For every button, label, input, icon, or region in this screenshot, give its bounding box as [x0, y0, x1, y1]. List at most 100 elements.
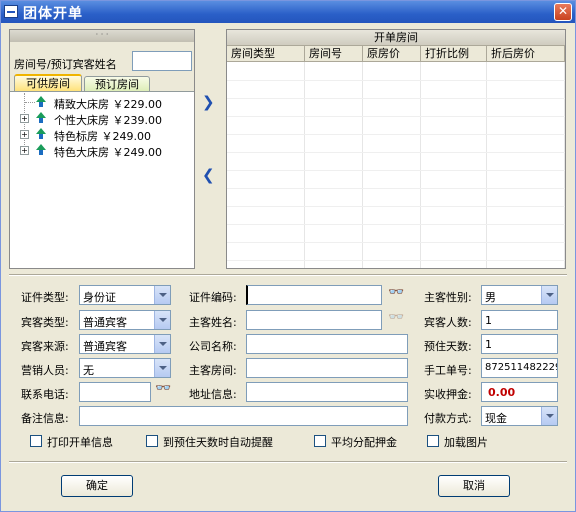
gender-select[interactable]: 男: [481, 285, 558, 305]
id-number-label: 证件编码:: [189, 291, 237, 304]
phone-input[interactable]: [79, 382, 151, 402]
guest-name-input[interactable]: [246, 310, 382, 330]
expand-icon[interactable]: +: [20, 146, 29, 155]
available-rooms-panel: · · · 房间号/预订宾客姓名 可供房间 预订房间 精致大床房 ￥229.00…: [9, 29, 195, 269]
print-checkin-label[interactable]: 打印开单信息: [47, 434, 113, 450]
binoculars-icon[interactable]: 👓: [388, 285, 404, 300]
guest-count-input[interactable]: 1: [481, 310, 558, 330]
search-input[interactable]: [132, 51, 192, 71]
grid-line: [227, 98, 565, 99]
manual-number-input[interactable]: 872511482229: [481, 358, 558, 378]
sales-person-value: 无: [83, 364, 94, 377]
load-picture-label[interactable]: 加载图片: [444, 434, 488, 450]
column-header-discounted-price[interactable]: 折后房价: [487, 46, 565, 62]
remark-label: 备注信息:: [21, 412, 69, 425]
add-room-button[interactable]: ❯: [202, 93, 215, 111]
tree-connector: [25, 102, 35, 103]
expand-icon[interactable]: +: [20, 130, 29, 139]
stay-days-input[interactable]: 1: [481, 334, 558, 354]
phone-label: 联系电话:: [21, 388, 69, 401]
address-label: 地址信息:: [189, 388, 237, 401]
binoculars-icon[interactable]: 👓: [155, 381, 171, 396]
tree-item-label: 精致大床房 ￥229.00: [54, 98, 162, 111]
guest-source-select[interactable]: 普通宾客: [79, 334, 171, 354]
expand-icon[interactable]: +: [20, 114, 29, 123]
chevron-down-icon[interactable]: [541, 407, 557, 425]
chevron-down-icon[interactable]: [154, 359, 170, 377]
column-header-original-price[interactable]: 原房价: [363, 46, 421, 62]
chevron-down-icon[interactable]: [541, 286, 557, 304]
room-tree: 精致大床房 ￥229.00 + 个性大床房 ￥239.00 + 特色标房 ￥24…: [10, 91, 194, 268]
ok-button[interactable]: 确定: [61, 475, 133, 497]
payment-value: 现金: [485, 412, 507, 425]
main-room-input[interactable]: [246, 358, 408, 378]
payment-label: 付款方式:: [424, 412, 472, 425]
grid-line: [227, 206, 565, 207]
id-number-input[interactable]: [246, 285, 382, 305]
panel-grip[interactable]: · · ·: [10, 30, 194, 42]
grid-line: [227, 134, 565, 135]
column-header-discount-rate[interactable]: 打折比例: [421, 46, 487, 62]
chevron-down-icon[interactable]: [154, 335, 170, 353]
divider: [9, 461, 567, 463]
grid-line: [227, 242, 565, 243]
payment-select[interactable]: 现金: [481, 406, 558, 426]
guest-type-value: 普通宾客: [83, 316, 127, 329]
guest-type-label: 宾客类型:: [21, 316, 69, 329]
guest-count-label: 宾客人数:: [424, 316, 472, 329]
print-checkin-checkbox[interactable]: [30, 435, 42, 447]
guest-type-select[interactable]: 普通宾客: [79, 310, 171, 330]
sales-person-select[interactable]: 无: [79, 358, 171, 378]
split-deposit-label[interactable]: 平均分配押金: [331, 434, 397, 450]
id-type-select[interactable]: 身份证: [79, 285, 171, 305]
chevron-down-icon[interactable]: [154, 311, 170, 329]
auto-remind-checkbox[interactable]: [146, 435, 158, 447]
room-icon: [36, 144, 46, 156]
gender-label: 主客性别:: [424, 291, 472, 304]
checkin-rooms-panel: 开单房间 房间类型 房间号 原房价 打折比例 折后房价: [226, 29, 566, 269]
column-header-room-number[interactable]: 房间号: [305, 46, 363, 62]
load-picture-checkbox[interactable]: [427, 435, 439, 447]
grid-line: [564, 62, 565, 268]
close-button[interactable]: ✕: [554, 3, 572, 21]
grid-line: [227, 116, 565, 117]
checkin-rooms-grid[interactable]: 房间类型 房间号 原房价 打折比例 折后房价: [227, 46, 565, 268]
tree-item-label: 个性大床房 ￥239.00: [54, 114, 162, 127]
manual-number-label: 手工单号:: [424, 364, 472, 377]
room-icon: [36, 96, 46, 108]
gender-value: 男: [485, 291, 496, 304]
checkin-rooms-title: 开单房间: [227, 30, 565, 46]
remark-input[interactable]: [79, 406, 408, 426]
sales-person-label: 营销人员:: [21, 364, 69, 377]
deposit-input[interactable]: 0.00: [481, 382, 558, 402]
split-deposit-checkbox[interactable]: [314, 435, 326, 447]
guest-source-label: 宾客来源:: [21, 340, 69, 353]
binoculars-icon: 👓: [388, 310, 405, 325]
deposit-label: 实收押金:: [424, 388, 472, 401]
room-icon: [36, 112, 46, 124]
title-bar[interactable]: 团体开单 ✕: [1, 1, 575, 23]
grid-line: [304, 62, 305, 268]
id-type-value: 身份证: [83, 291, 116, 304]
grid-line: [486, 62, 487, 268]
grid-line: [227, 80, 565, 81]
grid-line: [420, 62, 421, 268]
company-input[interactable]: [246, 334, 408, 354]
grid-line: [227, 170, 565, 171]
grid-line: [362, 62, 363, 268]
remove-room-button[interactable]: ❮: [202, 166, 215, 184]
guest-source-value: 普通宾客: [83, 340, 127, 353]
chevron-down-icon[interactable]: [154, 286, 170, 304]
group-checkin-window: 团体开单 ✕ · · · 房间号/预订宾客姓名 可供房间 预订房间 精致大床房 …: [0, 0, 576, 512]
cancel-button[interactable]: 取消: [438, 475, 510, 497]
window-menu-icon[interactable]: [4, 5, 18, 18]
search-label: 房间号/预订宾客姓名: [14, 58, 117, 71]
column-header-room-type[interactable]: 房间类型: [227, 46, 305, 62]
window-title: 团体开单: [23, 6, 83, 22]
tree-item-label: 特色标房 ￥249.00: [54, 130, 151, 143]
address-input[interactable]: [246, 382, 408, 402]
auto-remind-label[interactable]: 到预住天数时自动提醒: [163, 434, 273, 450]
grid-line: [227, 224, 565, 225]
guest-name-label: 主客姓名:: [189, 316, 237, 329]
tab-available-rooms[interactable]: 可供房间: [14, 74, 82, 91]
